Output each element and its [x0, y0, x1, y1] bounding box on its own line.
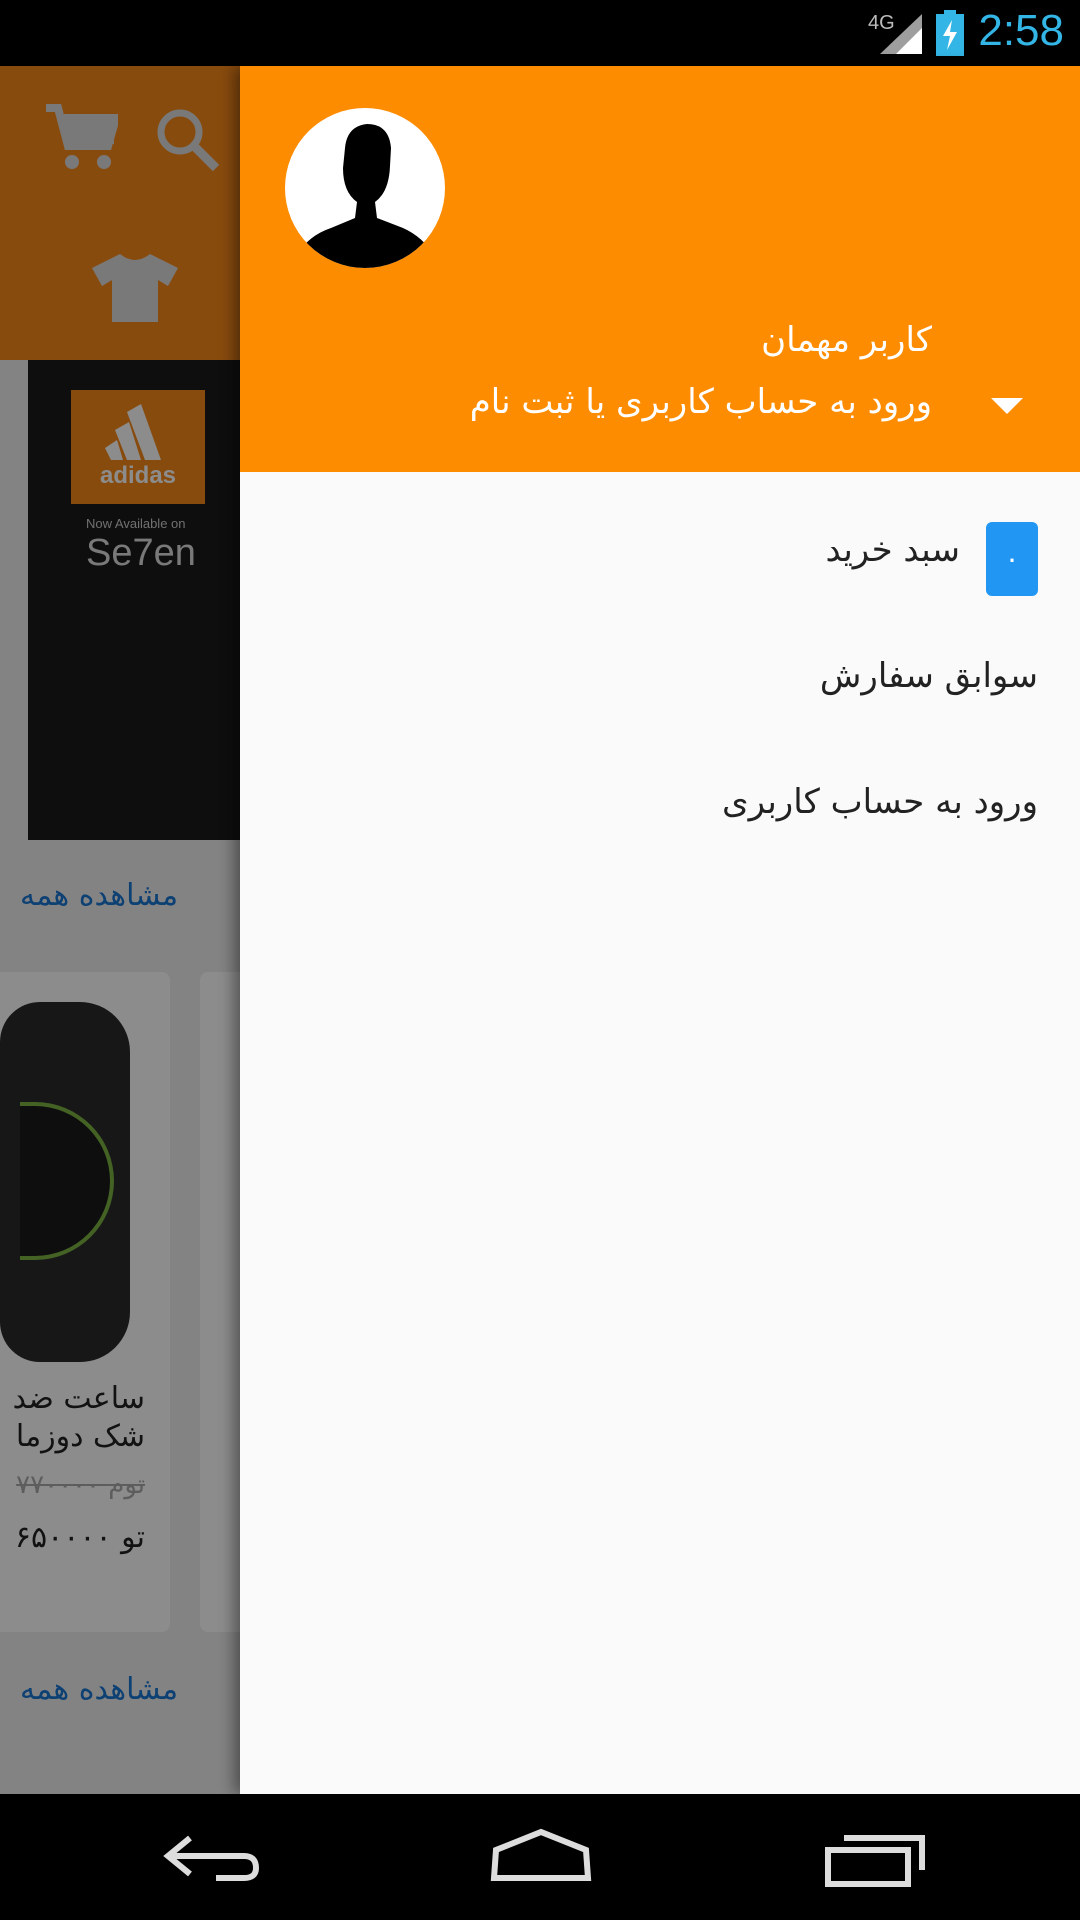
menu-item-login[interactable]: ورود به حساب کاربری	[722, 782, 1038, 822]
account-prompt[interactable]: ورود به حساب کاربری یا ثبت نام	[470, 382, 932, 422]
back-icon[interactable]	[160, 1822, 270, 1892]
clock: 2:58	[978, 6, 1064, 55]
dropdown-arrow-icon[interactable]	[991, 398, 1023, 414]
recents-icon[interactable]	[820, 1822, 930, 1892]
status-bar: 4G 2:58	[0, 0, 1080, 66]
drawer-header: کاربر مهمان ورود به حساب کاربری یا ثبت ن…	[240, 66, 1080, 472]
cart-count-badge: ۰	[986, 522, 1038, 596]
home-icon[interactable]	[486, 1822, 596, 1892]
user-silhouette-icon	[295, 124, 435, 268]
signal-icon	[880, 14, 922, 54]
battery-charging-icon	[936, 10, 964, 56]
navigation-drawer: کاربر مهمان ورود به حساب کاربری یا ثبت ن…	[240, 66, 1080, 1794]
menu-item-order-history[interactable]: سوابق سفارش	[820, 656, 1038, 696]
menu-item-cart[interactable]: سبد خرید	[826, 530, 961, 570]
user-name: کاربر مهمان	[761, 320, 932, 360]
system-nav-bar	[0, 1794, 1080, 1920]
avatar[interactable]	[285, 108, 445, 268]
